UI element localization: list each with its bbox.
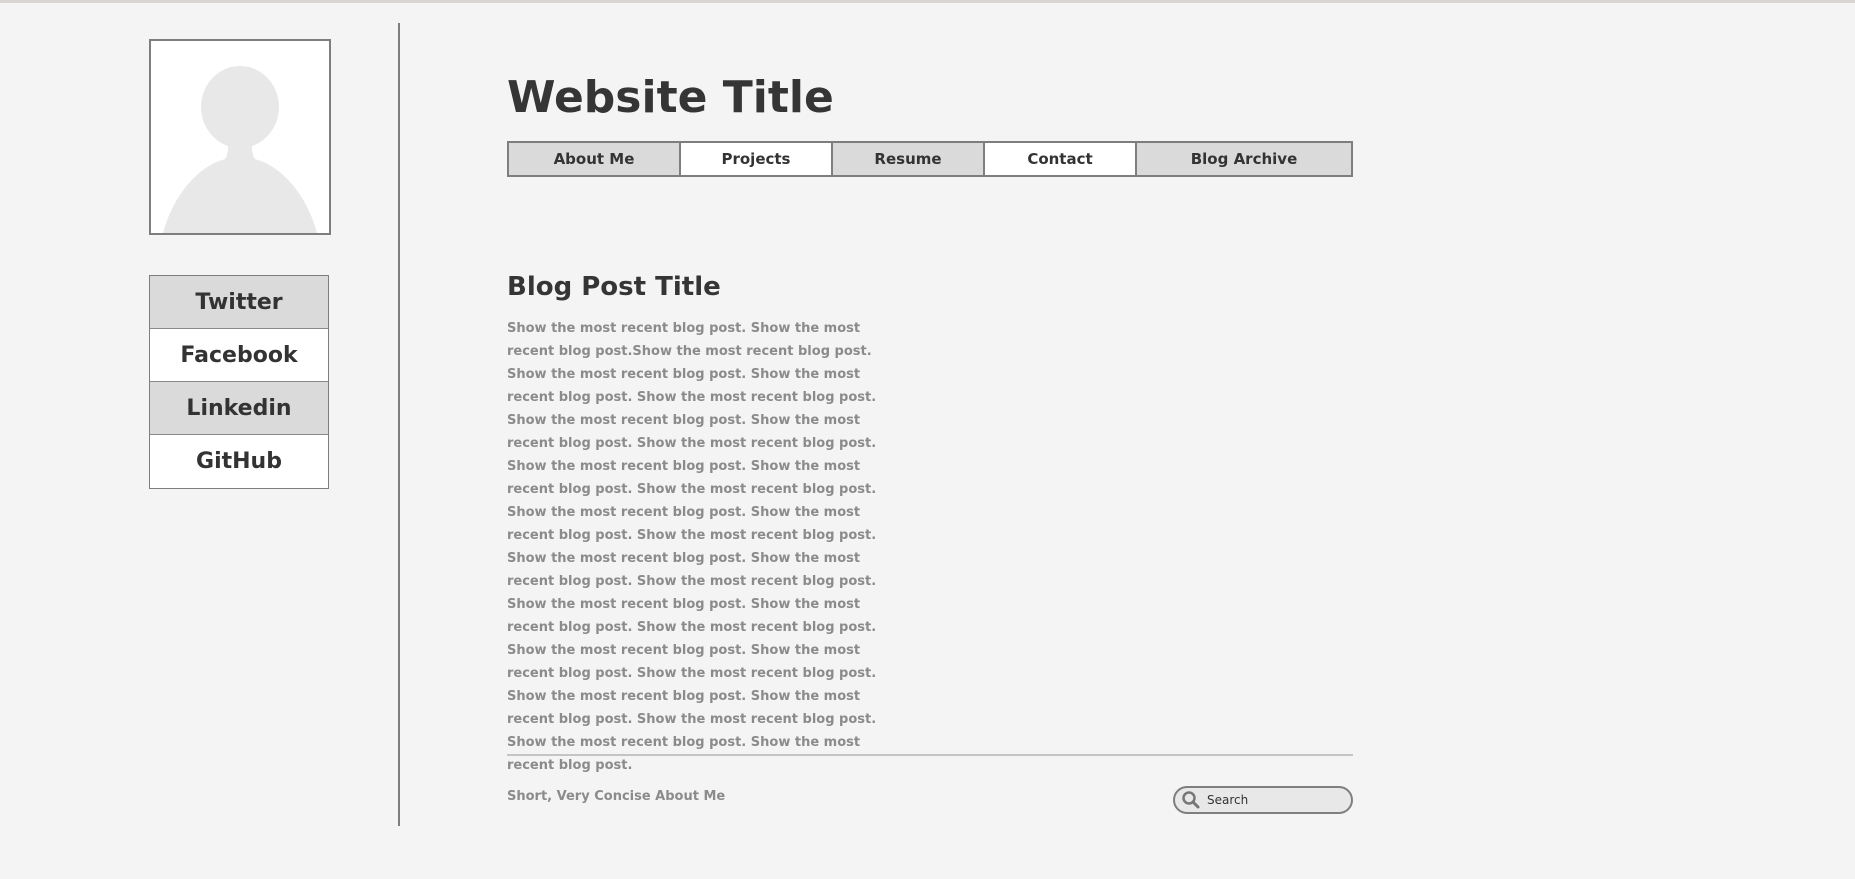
top-rule — [0, 0, 1855, 3]
social-links: Twitter Facebook Linkedin GitHub — [149, 275, 329, 489]
user-silhouette-icon — [163, 66, 317, 233]
search-box[interactable] — [1173, 786, 1353, 814]
main-nav: About Me Projects Resume Contact Blog Ar… — [507, 141, 1353, 177]
nav-tab-projects[interactable]: Projects — [681, 143, 833, 175]
site-title: Website Title — [507, 72, 834, 123]
blog-post-body: Show the most recent blog post. Show the… — [507, 321, 877, 773]
search-input[interactable] — [1207, 793, 1337, 807]
blog-post-title: Blog Post Title — [507, 272, 721, 302]
social-link-facebook[interactable]: Facebook — [150, 329, 328, 382]
nav-tab-resume[interactable]: Resume — [833, 143, 985, 175]
social-link-twitter[interactable]: Twitter — [150, 276, 328, 329]
nav-tab-blog-archive[interactable]: Blog Archive — [1137, 143, 1351, 175]
footer-divider — [507, 754, 1353, 756]
avatar — [149, 39, 331, 235]
nav-tab-contact[interactable]: Contact — [985, 143, 1137, 175]
social-link-github[interactable]: GitHub — [150, 435, 328, 488]
social-link-linkedin[interactable]: Linkedin — [150, 382, 328, 435]
nav-tab-about-me[interactable]: About Me — [509, 143, 681, 175]
search-icon[interactable] — [1181, 790, 1201, 810]
sidebar-divider — [398, 23, 400, 826]
footer-about-text: Short, Very Concise About Me — [507, 789, 726, 804]
